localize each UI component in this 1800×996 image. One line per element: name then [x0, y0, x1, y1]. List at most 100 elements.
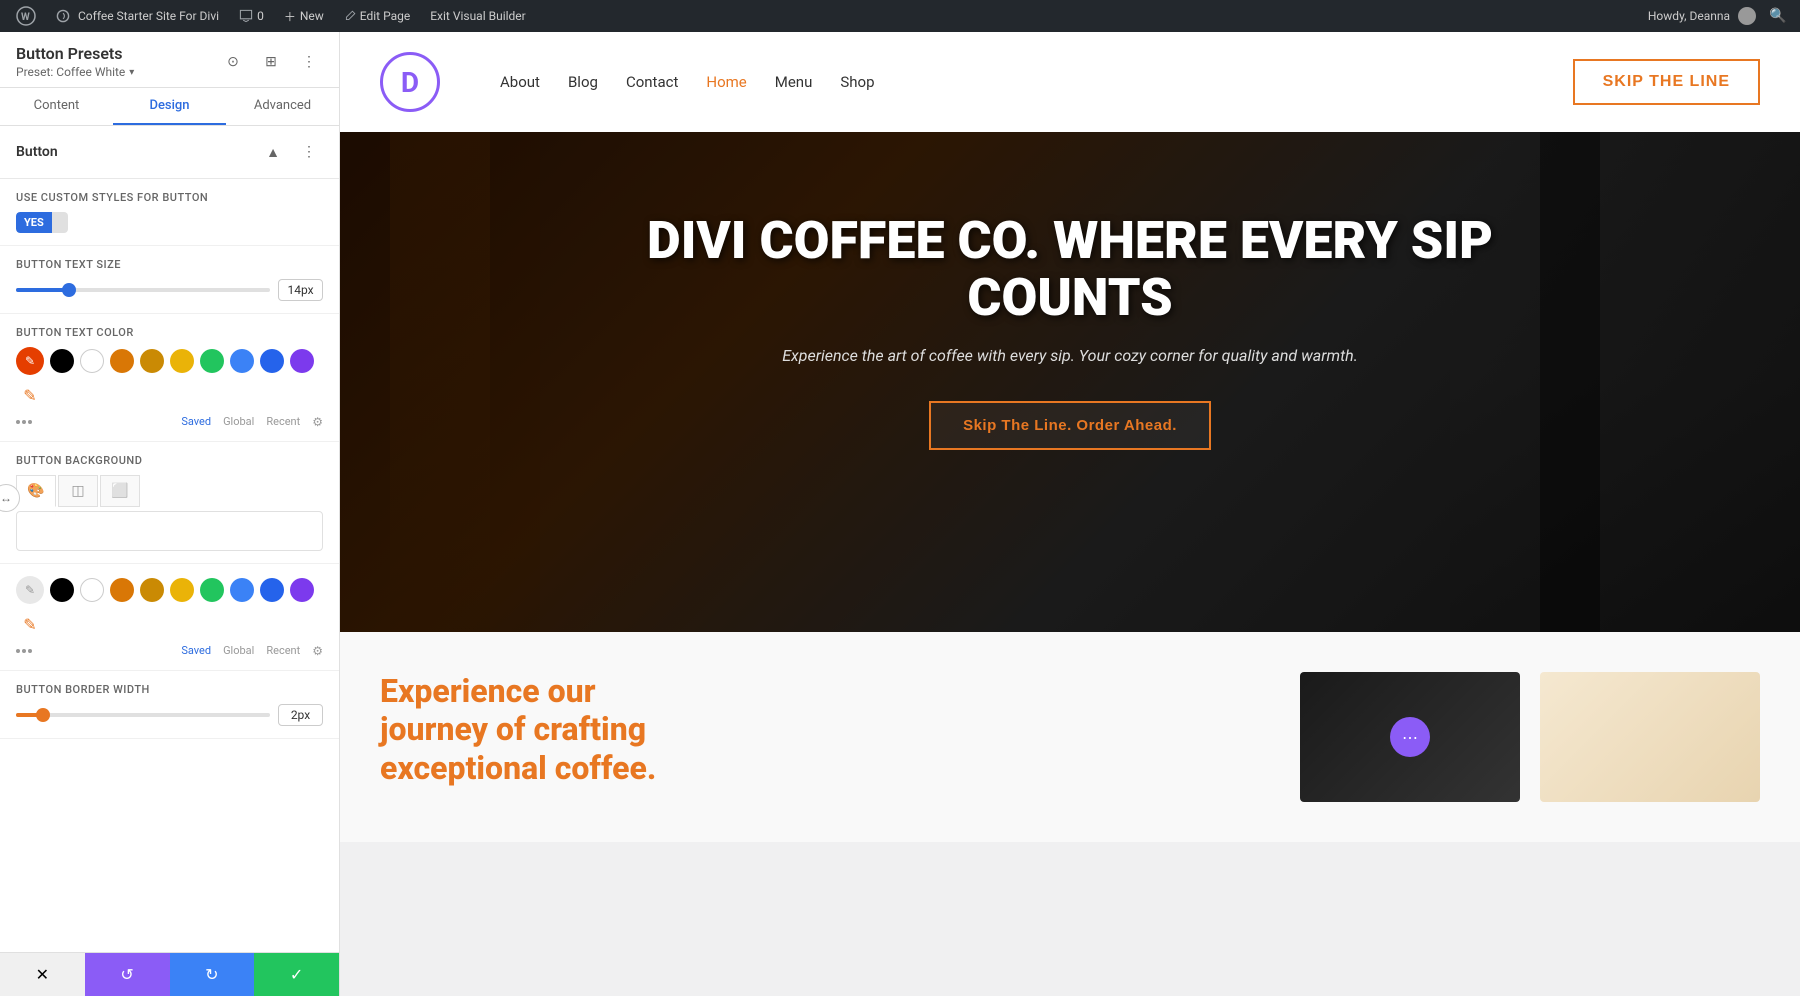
- howdy-label: Howdy, Deanna: [1648, 9, 1730, 23]
- color-edit-icon[interactable]: ✎: [16, 381, 44, 409]
- border-width-slider-thumb[interactable]: [36, 708, 50, 722]
- bg-color-more-btn[interactable]: [16, 649, 32, 653]
- skip-line-header-btn[interactable]: Skip the Line: [1573, 59, 1760, 105]
- nav-shop[interactable]: Shop: [840, 73, 874, 91]
- wp-logo-btn[interactable]: W: [8, 0, 44, 32]
- bg-color-white[interactable]: [80, 578, 104, 602]
- bg-image-tab[interactable]: ⬜: [100, 475, 140, 507]
- border-width-value[interactable]: 2px: [278, 704, 323, 726]
- layout-btn[interactable]: ⊞: [257, 48, 285, 76]
- color-more-btn[interactable]: [16, 420, 32, 424]
- bg-tabs: 🎨 ◫ ⬜: [16, 475, 323, 507]
- coffee-site-link[interactable]: Coffee Starter Site For Divi: [48, 0, 227, 32]
- custom-styles-toggle[interactable]: YES: [16, 212, 68, 233]
- below-card-dark: ⋯: [1300, 672, 1520, 802]
- bg-color-tab[interactable]: 🎨: [16, 475, 56, 507]
- nav-contact[interactable]: Contact: [626, 73, 678, 91]
- nav-blog[interactable]: Blog: [568, 73, 598, 91]
- text-size-slider-fill: [16, 288, 67, 292]
- color-orange[interactable]: [110, 349, 134, 373]
- site-logo[interactable]: D: [380, 52, 440, 112]
- text-size-row: Button Text Size 14px: [0, 246, 339, 314]
- bg-color-blue[interactable]: [230, 578, 254, 602]
- tab-advanced[interactable]: Advanced: [226, 88, 339, 125]
- nav-home[interactable]: Home: [706, 73, 746, 91]
- left-panel: Button Presets Preset: Coffee White ▾ ⊙ …: [0, 32, 340, 996]
- bg-eyedropper-icon: ✎: [25, 583, 35, 597]
- cancel-btn[interactable]: ✕: [0, 953, 85, 996]
- color-green[interactable]: [200, 349, 224, 373]
- preset-chevron-icon[interactable]: ▾: [129, 67, 134, 78]
- bg-color-yellow[interactable]: [170, 578, 194, 602]
- section-more-btn[interactable]: ⋮: [295, 138, 323, 166]
- comments-btn[interactable]: 0: [231, 0, 272, 32]
- hero-title: DIVI COFFEE CO. WHERE EVERY SIP COUNTS: [340, 212, 1800, 326]
- hero-cta-btn[interactable]: Skip The Line. Order Ahead.: [929, 401, 1211, 450]
- section-title: Button: [16, 144, 58, 160]
- exit-builder-label: Exit Visual Builder: [430, 9, 526, 23]
- bg-color-blue-dark[interactable]: [260, 578, 284, 602]
- color-white[interactable]: [80, 349, 104, 373]
- admin-search-btn[interactable]: 🔍: [1764, 2, 1792, 30]
- bg-color-settings-icon[interactable]: ⚙: [312, 644, 323, 658]
- bg-color-swatches: ✎ ✎: [16, 576, 323, 638]
- nav-about[interactable]: About: [500, 73, 540, 91]
- toggle-no-label: [52, 219, 68, 227]
- content-area: ↔ D About Blog Contact: [340, 32, 1800, 996]
- color-black[interactable]: [50, 349, 74, 373]
- bg-gradient-tab[interactable]: ◫: [58, 475, 98, 507]
- nav-menu[interactable]: Menu: [775, 73, 813, 91]
- admin-bar: W Coffee Starter Site For Divi 0 ＋ New E…: [0, 0, 1800, 32]
- bg-color-yellow-orange[interactable]: [140, 578, 164, 602]
- bg-recent-tag: Recent: [266, 644, 300, 658]
- cancel-icon: ✕: [36, 965, 49, 984]
- bg-color-purple[interactable]: [290, 578, 314, 602]
- site-name-label: Coffee Starter Site For Divi: [78, 9, 219, 23]
- focus-mode-btn[interactable]: ⊙: [219, 48, 247, 76]
- color-purple[interactable]: [290, 349, 314, 373]
- border-width-label: Button Border Width: [16, 683, 323, 696]
- bg-row: Button Background 🎨 ◫ ⬜: [0, 442, 339, 564]
- color-settings-icon[interactable]: ⚙: [312, 415, 323, 429]
- recent-tag: Recent: [266, 415, 300, 429]
- custom-styles-label: Use Custom Styles For Button: [16, 191, 323, 204]
- bg-color-edit-icon[interactable]: ✎: [16, 610, 44, 638]
- undo-btn[interactable]: ↺: [85, 953, 170, 996]
- exit-builder-btn[interactable]: Exit Visual Builder: [422, 0, 534, 32]
- bg-color-green[interactable]: [200, 578, 224, 602]
- hero-content: DIVI COFFEE CO. WHERE EVERY SIP COUNTS E…: [340, 132, 1800, 450]
- tab-design[interactable]: Design: [113, 88, 226, 125]
- text-size-value[interactable]: 14px: [278, 279, 323, 301]
- toggle-yes-label: YES: [16, 212, 52, 233]
- text-size-slider-thumb[interactable]: [62, 283, 76, 297]
- bg-color-picker[interactable]: ✎: [16, 576, 44, 604]
- bg-color-section: ✎ ✎: [0, 564, 339, 671]
- more-options-btn[interactable]: ⋮: [295, 48, 323, 76]
- collapse-section-btn[interactable]: ▲: [259, 138, 287, 166]
- bg-color-orange[interactable]: [110, 578, 134, 602]
- tab-content[interactable]: Content: [0, 88, 113, 125]
- bg-color-display[interactable]: [16, 511, 323, 551]
- below-hero-title: Experience our journey of crafting excep…: [380, 672, 1270, 787]
- bg-saved-tag: Saved: [181, 644, 211, 658]
- panel-subtitle: Preset: Coffee White ▾: [16, 65, 134, 79]
- color-yellow[interactable]: [170, 349, 194, 373]
- user-avatar[interactable]: [1738, 7, 1756, 25]
- save-btn[interactable]: ✓: [254, 953, 339, 996]
- text-size-label: Button Text Size: [16, 258, 323, 271]
- button-section-header: Button ▲ ⋮: [0, 126, 339, 179]
- bottom-toolbar: ✕ ↺ ↻ ✓: [0, 952, 339, 996]
- color-yellow-orange[interactable]: [140, 349, 164, 373]
- new-content-btn[interactable]: ＋ New: [276, 0, 332, 32]
- bg-color-black[interactable]: [50, 578, 74, 602]
- edit-page-btn[interactable]: Edit Page: [336, 0, 418, 32]
- color-blue-dark[interactable]: [260, 349, 284, 373]
- hero-subtitle: Experience the art of coffee with every …: [340, 346, 1800, 365]
- border-width-slider-track[interactable]: [16, 713, 270, 717]
- hero-section: DIVI COFFEE CO. WHERE EVERY SIP COUNTS E…: [340, 132, 1800, 632]
- redo-btn[interactable]: ↻: [170, 953, 255, 996]
- text-size-slider-track[interactable]: [16, 288, 270, 292]
- color-blue[interactable]: [230, 349, 254, 373]
- color-picker-active[interactable]: ✎: [16, 347, 44, 375]
- panel-tabs: Content Design Advanced: [0, 88, 339, 126]
